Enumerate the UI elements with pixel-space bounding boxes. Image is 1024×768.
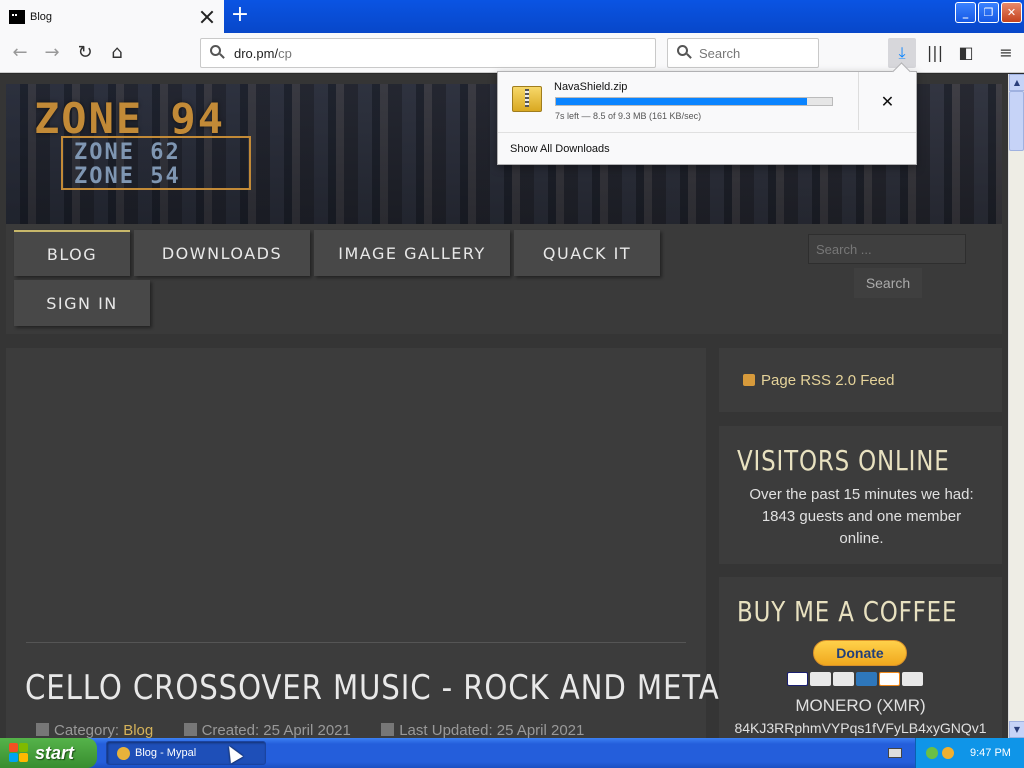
discover-card-icon	[879, 672, 900, 686]
download-progress-bar	[555, 97, 833, 106]
window-minimize-button[interactable]: _	[955, 2, 976, 23]
bank-card-icon	[902, 672, 923, 686]
site-favicon-icon	[9, 9, 25, 24]
monero-label: MONERO (XMR)	[795, 696, 926, 715]
menu-item-quack-it[interactable]: QUACK IT	[514, 230, 660, 276]
article-meta: Category: Blog Created: 25 April 2021 La…	[36, 722, 584, 738]
taskbar: start Blog - Mypal 9:47 PM	[0, 738, 1024, 768]
navigation-toolbar: ← → ↻ ⌂ dro.pm/cp Search ⤓ ||| ◧ ≡	[0, 33, 1024, 73]
visitors-text: Over the past 15 minutes we had: 1843 gu…	[749, 486, 974, 547]
search-placeholder: Search	[699, 45, 741, 61]
show-all-downloads-link[interactable]: Show All Downloads	[510, 143, 610, 155]
xmr-address[interactable]: 84KJ3RRphmVYPqs1fVFyLB4xyGNQv1	[719, 720, 1002, 736]
downloads-panel: NavaShield.zip 7s left — 8.5 of 9.3 MB (…	[497, 71, 917, 165]
site-logo-sub1: ZONE 62	[74, 140, 181, 165]
scrollbar-thumb[interactable]	[1009, 91, 1024, 151]
search-icon	[676, 45, 692, 61]
site-search-input[interactable]: Search ...	[808, 234, 966, 264]
home-icon[interactable]: ⌂	[106, 42, 128, 64]
tab-title: Blog	[30, 10, 53, 23]
divider	[498, 132, 916, 133]
article-area: CELLO CROSSOVER MUSIC - ROCK AND METAL C…	[6, 348, 736, 738]
site-menu: BLOG DOWNLOADS IMAGE GALLERY QUACK IT SI…	[6, 224, 1002, 334]
search-icon	[209, 45, 225, 61]
article-title[interactable]: CELLO CROSSOVER MUSIC - ROCK AND METAL	[25, 668, 737, 708]
amex-card-icon	[856, 672, 877, 686]
tab-blog[interactable]: Blog	[0, 0, 224, 33]
system-tray: 9:47 PM	[915, 738, 1024, 768]
category-link[interactable]: Blog	[123, 722, 153, 738]
reload-icon[interactable]: ↻	[74, 42, 96, 64]
rss-link[interactable]: Page RSS 2.0 Feed	[761, 372, 894, 389]
maestro-card-icon	[833, 672, 854, 686]
sidebar-toggle-icon[interactable]: ◧	[952, 38, 980, 68]
page-scrollbar[interactable]: ▲ ▼	[1008, 74, 1024, 738]
calendar-icon	[183, 723, 197, 736]
download-progress-fill	[556, 98, 808, 105]
folder-icon	[36, 723, 49, 736]
site-search-button[interactable]: Search	[854, 268, 922, 298]
donate-button[interactable]: Donate	[813, 640, 907, 666]
calendar-icon	[381, 723, 395, 736]
download-file-name[interactable]: NavaShield.zip	[554, 81, 627, 93]
new-tab-button[interactable]: +	[230, 4, 250, 26]
scroll-up-arrow-icon[interactable]: ▲	[1009, 74, 1024, 91]
hamburger-menu-icon[interactable]: ≡	[992, 38, 1020, 68]
payment-cards	[787, 672, 923, 686]
tab-bar: Blog + _ ❐ ✕	[0, 0, 1024, 33]
tab-close-icon[interactable]	[200, 10, 214, 24]
back-arrow-icon[interactable]: ←	[9, 42, 31, 64]
visa-card-icon	[787, 672, 808, 686]
download-status: 7s left — 8.5 of 9.3 MB (161 KB/sec)	[555, 111, 702, 121]
browser-app-icon	[117, 746, 130, 760]
menu-item-blog[interactable]: BLOG	[14, 230, 130, 276]
window-close-button[interactable]: ✕	[1001, 2, 1022, 23]
url-text[interactable]: dro.pm/cp	[234, 46, 292, 61]
coffee-heading: BUY ME A COFFEE	[737, 595, 958, 628]
network-icon[interactable]	[926, 747, 938, 759]
library-icon[interactable]: |||	[921, 38, 949, 68]
taskbar-item-browser[interactable]: Blog - Mypal	[106, 741, 266, 765]
window-maximize-button[interactable]: ❐	[978, 2, 999, 23]
web-page: ZONE 94 ZONE 62 ZONE 54 BLOG DOWNLOADS I…	[0, 74, 1008, 738]
rss-module: Page RSS 2.0 Feed	[719, 348, 1002, 412]
taskbar-item-label: Blog - Mypal	[135, 747, 197, 759]
browser-search-input[interactable]: Search	[667, 38, 819, 68]
updated-date: Last Updated: 25 April 2021	[399, 722, 585, 738]
zip-file-icon	[512, 86, 542, 112]
url-bar[interactable]: dro.pm/cp	[200, 38, 656, 68]
start-button[interactable]: start	[0, 738, 97, 768]
windows-logo-icon	[9, 743, 29, 763]
start-label: start	[35, 742, 75, 763]
clock: 9:47 PM	[970, 747, 1011, 759]
visitors-heading: VISITORS ONLINE	[737, 444, 950, 477]
menu-item-image-gallery[interactable]: IMAGE GALLERY	[314, 230, 510, 276]
visitors-module: VISITORS ONLINE Over the past 15 minutes…	[719, 426, 1002, 564]
divider	[26, 642, 686, 643]
cancel-download-button[interactable]: ✕	[858, 72, 916, 130]
created-date: Created: 25 April 2021	[201, 722, 351, 738]
forward-arrow-icon[interactable]: →	[41, 42, 63, 64]
keyboard-icon[interactable]	[888, 748, 902, 758]
scroll-down-arrow-icon[interactable]: ▼	[1009, 721, 1024, 738]
menu-item-downloads[interactable]: DOWNLOADS	[134, 230, 310, 276]
site-logo-sub2: ZONE 54	[74, 164, 181, 189]
search-tray-icon[interactable]	[942, 747, 954, 759]
mastercard-icon	[810, 672, 831, 686]
rss-icon	[743, 374, 755, 386]
coffee-module: BUY ME A COFFEE Donate MONERO (XMR) 84KJ…	[719, 577, 1002, 738]
menu-item-sign-in[interactable]: SIGN IN	[14, 280, 150, 326]
category-label: Category:	[54, 722, 120, 738]
